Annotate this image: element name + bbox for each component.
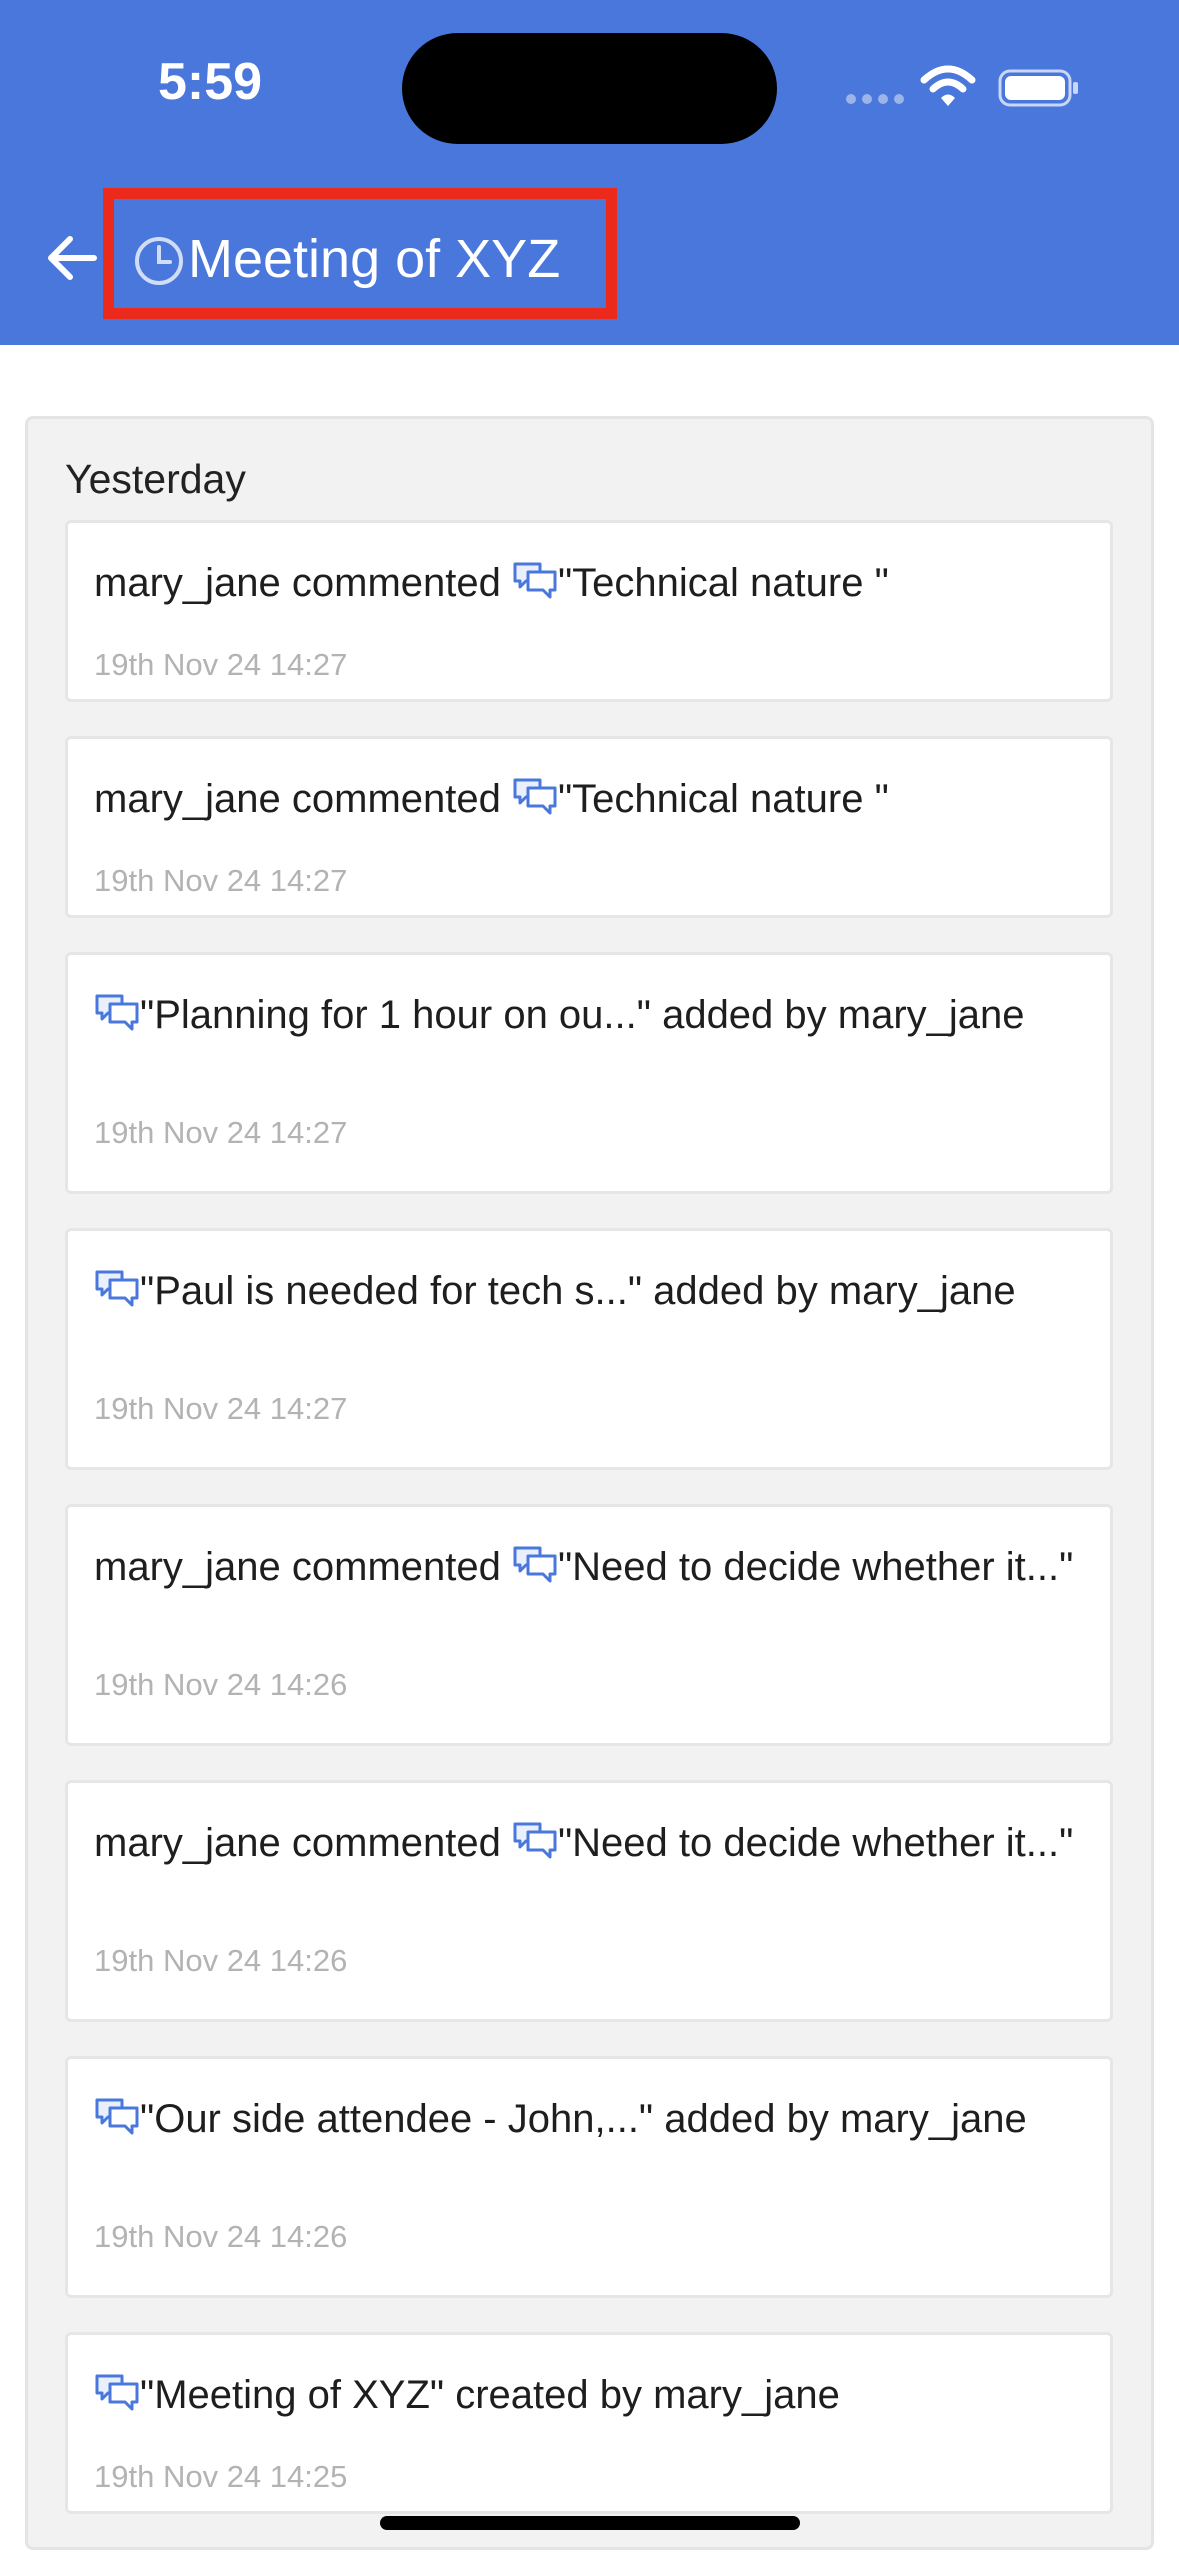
wifi-icon (920, 65, 976, 106)
activity-subject: "Technical nature " (557, 777, 889, 821)
comment-icon (95, 2098, 139, 2135)
activity-text: mary_jane commented "Need to decide whet… (94, 1537, 1094, 1597)
cellular-signal-icon (846, 92, 906, 106)
activity-card[interactable]: "Paul is needed for tech s..." added by … (65, 1228, 1113, 1470)
activity-text: "Our side attendee - John,..." added by … (94, 2089, 1094, 2149)
activity-card[interactable]: "Our side attendee - John,..." added by … (65, 2056, 1113, 2298)
comment-icon (95, 2374, 139, 2411)
activity-timestamp: 19th Nov 24 14:26 (94, 2219, 348, 2254)
activity-text: mary_jane commented "Need to decide whet… (94, 1813, 1094, 1873)
activity-timestamp: 19th Nov 24 14:27 (94, 1115, 348, 1150)
activity-card[interactable]: "Planning for 1 hour on ou..." added by … (65, 952, 1113, 1194)
clock-icon (135, 237, 183, 285)
status-bar-time: 5:59 (158, 53, 263, 111)
activity-card[interactable]: mary_jane commented "Need to decide whet… (65, 1780, 1113, 2022)
activity-subject: "Paul is needed for tech s..." added by … (140, 1269, 1016, 1313)
group-label-yesterday: Yesterday (65, 456, 246, 502)
activity-card[interactable]: mary_jane commented "Technical nature " 1… (65, 736, 1113, 918)
comment-icon (95, 1270, 139, 1307)
activity-actor: mary_jane commented (94, 777, 512, 821)
page-title: Meeting of XYZ (188, 229, 561, 289)
activity-subject: "Need to decide whether it..." (557, 1545, 1074, 1589)
home-indicator (380, 2516, 800, 2530)
activity-card[interactable]: mary_jane commented "Technical nature " 1… (65, 520, 1113, 702)
activity-timestamp: 19th Nov 24 14:26 (94, 1667, 348, 1702)
activity-actor: mary_jane commented (94, 561, 512, 605)
back-arrow-icon[interactable] (42, 228, 102, 288)
activity-timestamp: 19th Nov 24 14:27 (94, 1391, 348, 1426)
comment-icon (513, 778, 557, 815)
comment-icon (95, 994, 139, 1031)
activity-text: "Paul is needed for tech s..." added by … (94, 1261, 1094, 1321)
comment-icon (513, 562, 557, 599)
comment-icon (513, 1546, 557, 1583)
activity-subject: "Need to decide whether it..." (557, 1821, 1074, 1865)
activity-card[interactable]: "Meeting of XYZ" created by mary_jane 19t… (65, 2332, 1113, 2514)
activity-timestamp: 19th Nov 24 14:27 (94, 863, 348, 898)
battery-icon (998, 69, 1078, 107)
activity-actor: mary_jane commented (94, 1821, 512, 1865)
app-header: 5:59 Meeting of XYZ (0, 0, 1179, 345)
dynamic-island (402, 33, 777, 144)
activity-text: "Planning for 1 hour on ou..." added by … (94, 985, 1094, 1045)
activity-text: mary_jane commented "Technical nature " (94, 769, 1094, 829)
activity-subject: "Meeting of XYZ" created by mary_jane (140, 2373, 840, 2417)
activity-timestamp: 19th Nov 24 14:27 (94, 647, 348, 682)
comment-icon (513, 1822, 557, 1859)
activity-text: "Meeting of XYZ" created by mary_jane (94, 2365, 1094, 2425)
activity-text: mary_jane commented "Technical nature " (94, 553, 1094, 613)
activity-timestamp: 19th Nov 24 14:25 (94, 2459, 348, 2494)
activity-actor: mary_jane commented (94, 1545, 512, 1589)
activity-card[interactable]: mary_jane commented "Need to decide whet… (65, 1504, 1113, 1746)
activity-timestamp: 19th Nov 24 14:26 (94, 1943, 348, 1978)
activity-subject: "Our side attendee - John,..." added by … (140, 2097, 1027, 2141)
activity-subject: "Planning for 1 hour on ou..." added by … (140, 993, 1025, 1037)
activity-subject: "Technical nature " (557, 561, 889, 605)
